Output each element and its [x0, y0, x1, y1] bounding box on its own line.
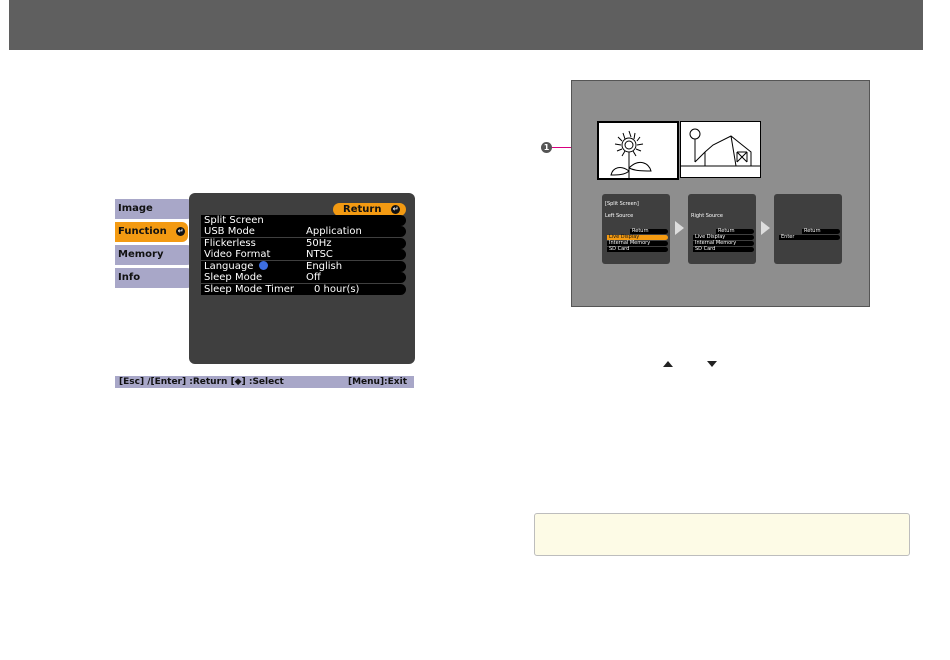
tab-info[interactable]: Info	[115, 268, 193, 288]
menu-item-video-format[interactable]: Video Format NTSC	[201, 249, 406, 260]
mini-item-sd-card[interactable]: SD Card	[607, 247, 668, 252]
mini-return-button[interactable]: Return	[802, 229, 840, 234]
right-image-barn	[680, 121, 761, 178]
menu-item-split-screen[interactable]: Split Screen	[201, 215, 406, 226]
tab-label: Image	[118, 203, 153, 214]
enter-icon: ↵	[176, 227, 185, 236]
split-screen-illustration: [Split Screen] Left Source Return Live D…	[571, 80, 870, 307]
tab-function[interactable]: Function ↵	[115, 222, 188, 242]
footer-hint-left: [Esc] /[Enter] :Return [◆] :Select	[119, 377, 284, 387]
menu-item-value: English	[306, 261, 343, 272]
menu-item-value: Off	[306, 272, 321, 283]
menu-item-language[interactable]: Language English	[201, 261, 406, 272]
menu-item-label: Sleep Mode	[204, 272, 263, 283]
menu-footer-hints: [Esc] /[Enter] :Return [◆] :Select [Menu…	[115, 376, 414, 388]
menu-item-label: Video Format	[204, 249, 271, 260]
barn-icon	[681, 128, 760, 167]
menu-item-sleep-mode[interactable]: Sleep Mode Off	[201, 272, 406, 283]
callout-marker: 1	[541, 142, 552, 153]
note-box	[534, 513, 910, 556]
panel-header: [Split Screen]	[605, 201, 639, 207]
left-image-sunflower	[597, 121, 679, 180]
arrow-down-icon	[707, 361, 717, 367]
menu-item-usb-mode[interactable]: USB Mode Application	[201, 226, 406, 237]
mini-item-enter[interactable]: Enter	[779, 235, 840, 240]
return-label: Return	[343, 204, 382, 215]
globe-icon	[259, 261, 269, 270]
menu-item-value: NTSC	[306, 249, 333, 260]
split-screen-right-source-panel: Right Source Return Live Display Interna…	[688, 194, 756, 264]
tab-image[interactable]: Image	[115, 199, 193, 219]
tab-memory[interactable]: Memory	[115, 245, 193, 265]
menu-tabs: Image Function ↵ Memory Info	[115, 199, 193, 291]
menu-item-value: 50Hz	[306, 238, 332, 249]
arrow-right-icon	[675, 221, 684, 235]
menu-item-label: Flickerless	[204, 238, 256, 249]
menu-item-value: Application	[306, 226, 362, 237]
panel-subheader: Right Source	[691, 213, 723, 219]
split-screen-left-source-panel: [Split Screen] Left Source Return Live D…	[602, 194, 670, 264]
arrow-up-icon	[663, 361, 673, 367]
footer-hint-right: [Menu]:Exit	[347, 377, 407, 387]
menu-item-sleep-mode-timer[interactable]: Sleep Mode Timer 0 hour(s)	[201, 284, 406, 295]
tab-label: Function	[118, 226, 167, 237]
panel-subheader: Left Source	[605, 213, 634, 219]
split-screen-confirm-panel: Return Enter	[774, 194, 842, 264]
menu-item-flickerless[interactable]: Flickerless 50Hz	[201, 238, 406, 249]
header-bar	[9, 0, 923, 50]
menu-item-label: Sleep Mode Timer	[204, 284, 294, 295]
function-menu-panel: Return ↵ Split Screen USB Mode Applicatio…	[189, 193, 415, 364]
tab-label: Memory	[118, 249, 164, 260]
sunflower-icon	[610, 130, 652, 178]
menu-item-label: USB Mode	[204, 226, 255, 237]
menu-item-label: Language	[204, 261, 254, 272]
arrow-right-icon	[761, 221, 770, 235]
mini-item-sd-card[interactable]: SD Card	[693, 247, 754, 252]
enter-icon: ↵	[391, 205, 400, 214]
menu-item-value: 0 hour(s)	[314, 284, 360, 295]
menu-item-label: Split Screen	[204, 215, 264, 226]
tab-label: Info	[118, 272, 141, 283]
